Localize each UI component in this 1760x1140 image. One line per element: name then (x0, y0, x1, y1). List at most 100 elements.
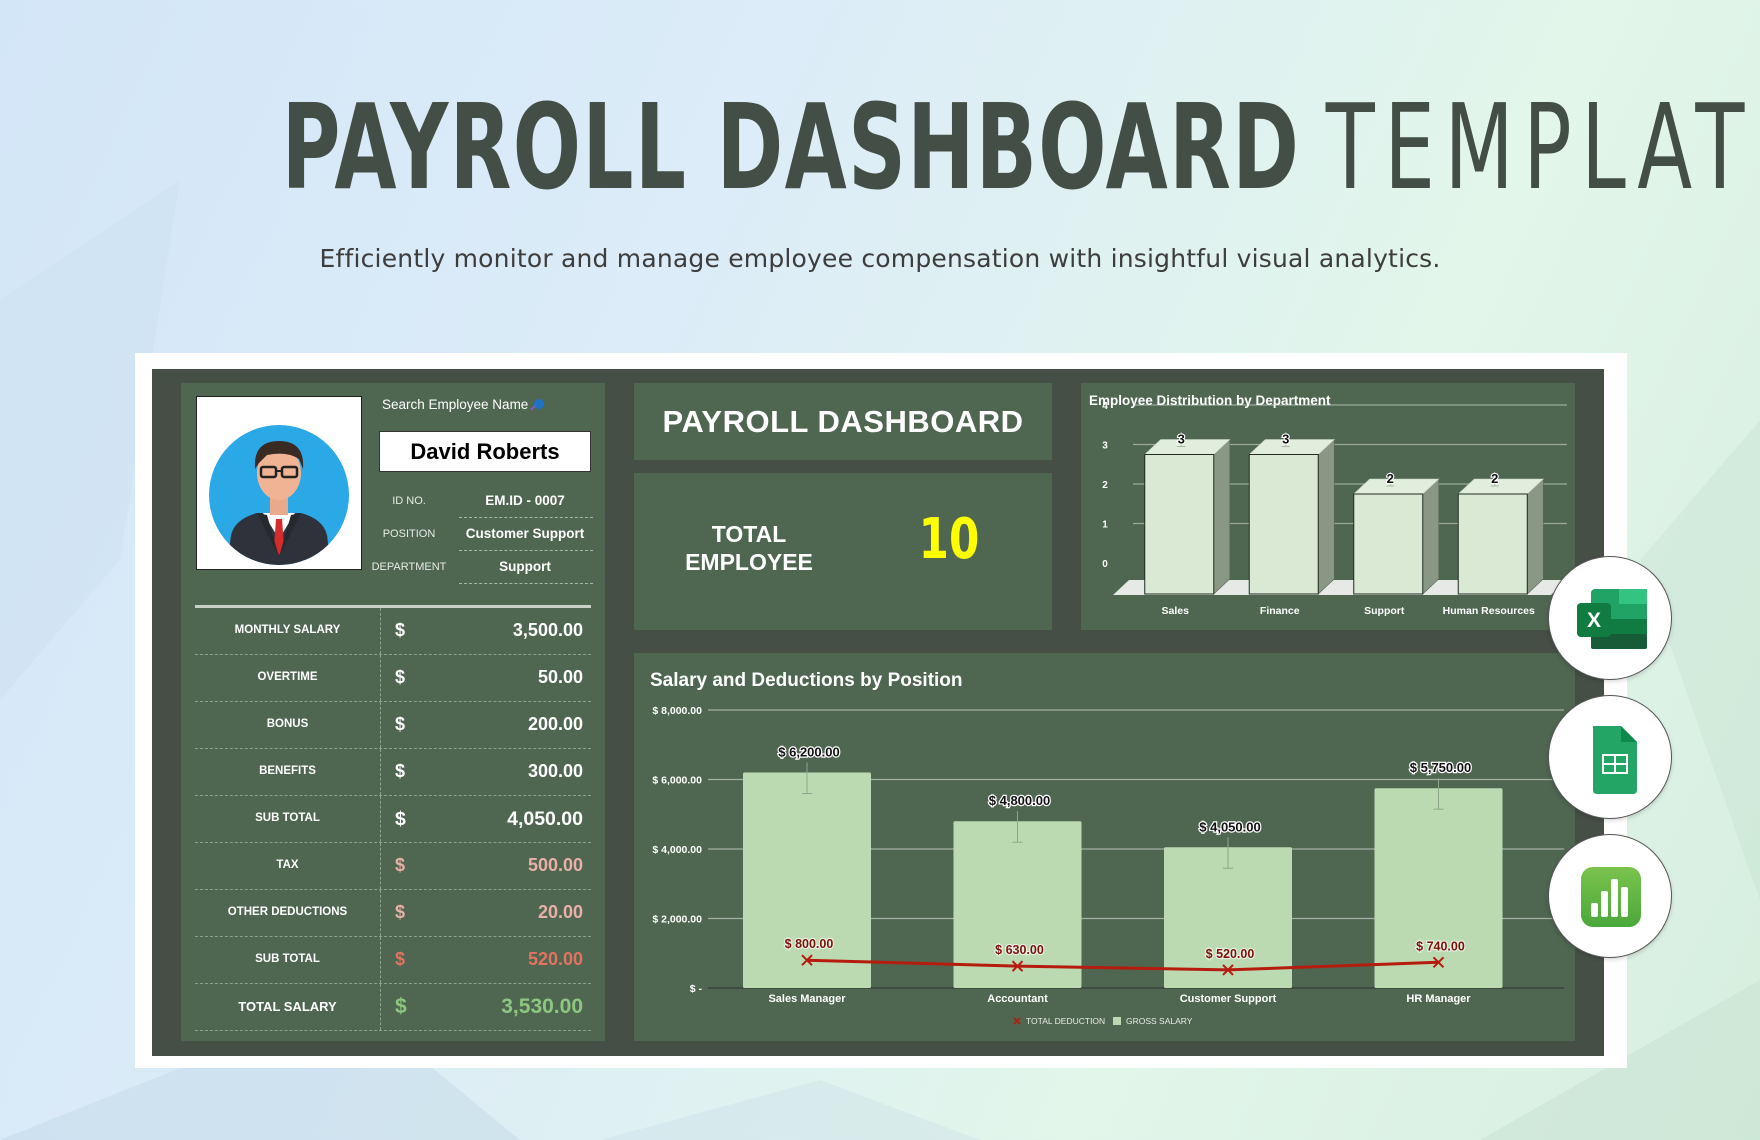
numbers-icon (1581, 867, 1641, 927)
y-tick-label: 1 (1102, 520, 1108, 531)
pay-table-row: SUB TOTAL $4,050.00 (195, 796, 591, 843)
gross-salary-bar (743, 772, 871, 988)
y-tick-label: $ 8,000.00 (652, 705, 702, 717)
y-tick-label: $ 4,000.00 (652, 844, 702, 856)
info-label: ID NO. (392, 495, 426, 507)
pay-table-row: OTHER DEDUCTIONS $20.00 (195, 890, 591, 937)
column-divider (380, 608, 381, 654)
bar-side (1422, 478, 1440, 595)
pay-row-amount: 520.00 (527, 949, 583, 969)
pay-row-amount: 3,500.00 (512, 620, 583, 640)
data-label: 2 (1387, 471, 1394, 486)
search-label-text: Search Employee Name (382, 397, 529, 412)
employee-photo (196, 396, 362, 570)
info-label: POSITION (382, 528, 436, 540)
search-employee-label: Search Employee Name (382, 397, 545, 412)
gross-salary-bar (953, 821, 1082, 988)
divider (459, 550, 593, 551)
pay-table-row: TAX $500.00 (195, 843, 591, 890)
total-employee-label-line2: EMPLOYEE (685, 549, 813, 575)
gross-salary-label: $ 6,200.00 (778, 745, 839, 760)
total-deduction-label: $ 630.00 (995, 943, 1044, 957)
pay-table-row: BENEFITS $300.00 (195, 749, 591, 796)
total-deduction-label: $ 740.00 (1416, 939, 1465, 953)
total-employee-label: TOTAL EMPLOYEE (664, 520, 834, 576)
google-sheets-app-button[interactable] (1548, 695, 1672, 819)
column-divider (380, 890, 381, 936)
total-employee-value: 10 (918, 507, 980, 572)
salary-chart-panel: $ - $ 2,000.00 $ 4,000.00 $ 6,000.00 $ 8,000… (634, 653, 1575, 1041)
x-category-label: HR Manager (1406, 993, 1471, 1005)
pay-row-amount: 4,050.00 (507, 808, 583, 830)
column-divider (380, 702, 381, 748)
pay-row-label: BENEFITS (259, 765, 316, 777)
employee-name-input[interactable]: David Roberts (379, 431, 591, 472)
pay-row-label: SUB TOTAL (255, 953, 320, 965)
gross-salary-label: $ 4,050.00 (1199, 819, 1260, 834)
y-tick-label: $ 6,000.00 (652, 775, 702, 787)
gross-salary-label: $ 4,800.00 (989, 793, 1050, 808)
avatar-icon (209, 425, 349, 565)
column-divider (380, 984, 381, 1030)
y-tick-label: $ - (690, 983, 703, 995)
currency-symbol: $ (395, 902, 406, 922)
numbers-app-button[interactable] (1548, 834, 1672, 958)
employee-panel: Search Employee Name David Roberts ID NO… (181, 383, 605, 1041)
pay-table-row: TOTAL SALARY $3,530.00 (195, 984, 591, 1031)
divider (459, 517, 593, 518)
total-employee-label-line1: TOTAL (711, 521, 787, 547)
y-tick-label: 3 (1102, 441, 1108, 452)
divider (459, 583, 593, 584)
gross-salary-label: $ 5,750.00 (1410, 760, 1471, 775)
search-icon[interactable] (534, 399, 545, 409)
dashboard-title-panel: PAYROLL DASHBOARD (634, 383, 1052, 460)
x-category-label: Finance (1260, 605, 1300, 617)
column-divider (380, 749, 381, 795)
x-category-label: Human Resources (1443, 605, 1535, 617)
pay-row-amount: 500.00 (527, 855, 583, 875)
data-label: 3 (1178, 432, 1185, 447)
column-divider (380, 796, 381, 842)
total-deduction-label: $ 520.00 (1206, 947, 1255, 961)
pay-table-row: BONUS $200.00 (195, 702, 591, 749)
info-row-position: POSITION Customer Support (361, 519, 593, 551)
y-tick-label: 2 (1102, 480, 1108, 491)
chart-legend: TOTAL DEDUCTION GROSS SALARY (1013, 1016, 1193, 1026)
info-row-id: ID NO. EM.ID - 0007 (361, 486, 593, 518)
excel-app-button[interactable]: X (1548, 556, 1672, 680)
bar-side (1213, 438, 1231, 595)
pay-row-label: BONUS (266, 718, 309, 730)
salary-chart-title: Salary and Deductions by Position (650, 670, 963, 691)
x-category-label: Support (1364, 605, 1405, 617)
currency-symbol: $ (395, 995, 407, 1018)
bar (1457, 493, 1528, 595)
pay-row-amount: 50.00 (537, 667, 583, 687)
bar-side (1317, 438, 1335, 595)
total-deduction-label: $ 800.00 (785, 937, 834, 951)
department-chart-title: Employee Distribution by Department (1089, 393, 1331, 408)
google-sheets-icon (1593, 726, 1637, 794)
data-label: 2 (1491, 471, 1498, 486)
page-title: PAYROLL DASHBOARD TEMPLATE (282, 82, 1760, 212)
department-chart-panel: 0 1 2 3 4 3 Sales 3 Finance 2 Support 2 Human Resour… (1081, 383, 1575, 630)
legend-label: TOTAL DEDUCTION (1026, 1016, 1105, 1026)
pay-table-row: MONTHLY SALARY $3,500.00 (195, 608, 591, 655)
bar-side (1526, 478, 1544, 595)
pay-row-label: MONTHLY SALARY (234, 624, 341, 636)
info-value: Customer Support (465, 526, 585, 541)
y-tick-label: 0 (1102, 559, 1108, 570)
pay-row-label: TAX (276, 859, 299, 871)
currency-symbol: $ (395, 808, 406, 830)
info-value: Support (499, 559, 551, 574)
pay-row-amount: 200.00 (527, 714, 583, 734)
bar (1248, 454, 1319, 595)
currency-symbol: $ (395, 855, 406, 875)
page-title-bold: PAYROLL DASHBOARD (281, 78, 1301, 216)
page-subtitle: Efficiently monitor and manage employee … (319, 244, 1441, 273)
legend-label: GROSS SALARY (1126, 1016, 1193, 1026)
pay-row-label: TOTAL SALARY (238, 999, 337, 1014)
y-tick-label: $ 2,000.00 (652, 914, 702, 926)
pay-table-row: SUB TOTAL $520.00 (195, 937, 591, 984)
gross-salary-bar (1374, 788, 1503, 988)
salary-chart: $ - $ 2,000.00 $ 4,000.00 $ 6,000.00 $ 8,000… (652, 705, 1564, 1026)
